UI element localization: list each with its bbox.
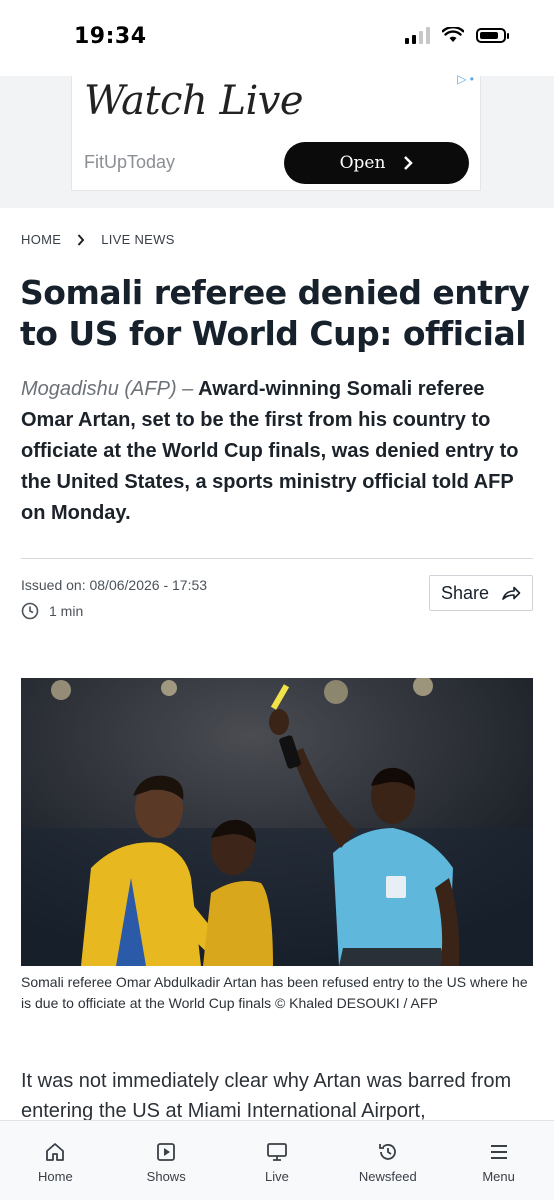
read-time-label: 1 min <box>49 603 84 619</box>
nav-newsfeed-label: Newsfeed <box>358 1169 417 1184</box>
ad-open-button[interactable]: Open <box>284 142 469 184</box>
status-bar: 19:34 <box>0 0 554 76</box>
breadcrumb-live-news[interactable]: LIVE NEWS <box>101 232 175 247</box>
nav-home[interactable]: Home <box>5 1141 105 1184</box>
hamburger-icon <box>487 1141 511 1163</box>
article-body: It was not immediately clear why Artan w… <box>21 1070 512 1122</box>
nav-shows-label: Shows <box>146 1169 186 1184</box>
dateline: Mogadishu (AFP) – <box>21 378 194 400</box>
status-icons <box>405 26 509 44</box>
nav-menu[interactable]: Menu <box>449 1141 549 1184</box>
issued-date: Issued on: 08/06/2026 - 17:53 <box>21 577 208 593</box>
clock-icon <box>21 602 39 620</box>
tv-icon <box>265 1141 289 1163</box>
home-icon <box>43 1141 67 1163</box>
read-time: 1 min <box>21 602 83 620</box>
breadcrumb-home[interactable]: HOME <box>21 232 61 247</box>
cellular-signal-icon <box>405 26 430 44</box>
wifi-icon <box>442 27 464 42</box>
play-icon <box>154 1141 178 1163</box>
nav-menu-label: Menu <box>482 1169 515 1184</box>
photo-referee-yellow-card <box>21 678 533 966</box>
nav-live-label: Live <box>265 1169 289 1184</box>
nav-live[interactable]: Live <box>227 1141 327 1184</box>
ad-banner: ▷ • Watch Live FitUpToday Open <box>0 72 554 208</box>
divider <box>21 558 533 559</box>
breadcrumb: HOME LIVE NEWS <box>21 232 175 247</box>
photo-caption: Somali referee Omar Abdulkadir Artan has… <box>21 974 528 1011</box>
nav-newsfeed[interactable]: Newsfeed <box>338 1141 438 1184</box>
chevron-right-icon <box>404 156 414 170</box>
share-arrow-icon <box>502 586 521 600</box>
battery-icon <box>476 27 509 43</box>
article-title: Somali referee denied entry to US for Wo… <box>20 273 530 353</box>
status-time: 19:34 <box>74 24 147 49</box>
article-lead: Mogadishu (AFP) – Award-winning Somali r… <box>21 374 536 529</box>
ad-card[interactable]: ▷ • Watch Live FitUpToday Open <box>71 72 481 191</box>
chevron-right-icon <box>77 233 85 246</box>
ad-source: FitUpToday <box>84 152 176 172</box>
nav-shows[interactable]: Shows <box>116 1141 216 1184</box>
share-label: Share <box>440 582 490 603</box>
ad-title: Watch Live <box>84 78 304 124</box>
nav-home-label: Home <box>38 1169 73 1184</box>
history-icon <box>376 1141 400 1163</box>
ad-open-label: Open <box>339 153 386 173</box>
ad-choices-icon[interactable]: ▷ • <box>457 72 474 86</box>
bottom-nav: Home Shows Live Newsfeed Menu <box>0 1120 554 1200</box>
article-photo[interactable] <box>21 678 533 966</box>
share-button[interactable]: Share <box>429 575 533 611</box>
